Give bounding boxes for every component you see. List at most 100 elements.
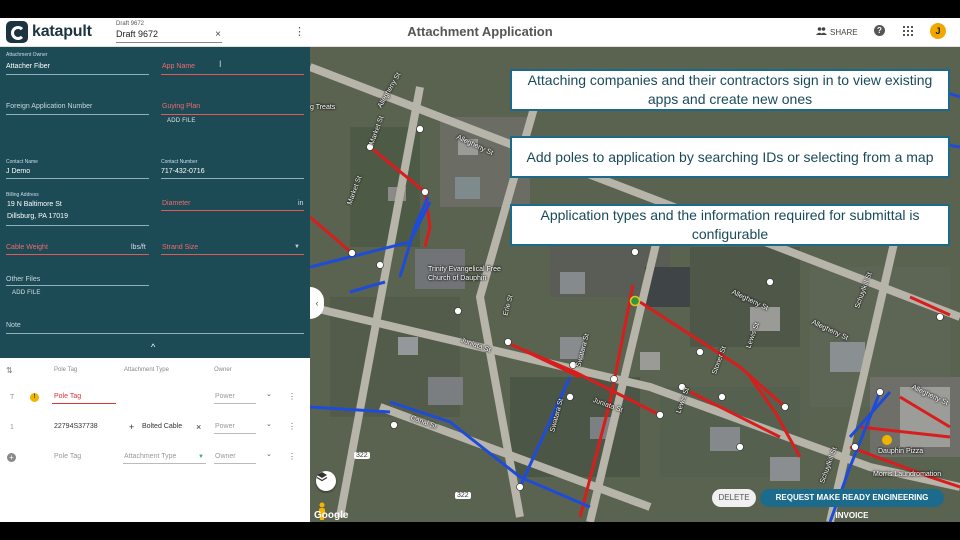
poles-table: ⇅ Pole Tag Attachment Type Owner T ! Pol… xyxy=(0,358,310,522)
diameter-input[interactable]: Diameter xyxy=(162,200,190,207)
contact-number-value[interactable]: 717-432-0716 xyxy=(161,168,205,175)
billing-address-line2[interactable]: Dillsburg, PA 17019 xyxy=(7,213,68,220)
row-index: 1 xyxy=(10,424,14,431)
pizza-label: Dauphin Pizza xyxy=(878,448,924,455)
guying-plan-underline xyxy=(161,114,304,115)
cable-weight-underline xyxy=(6,254,149,255)
note-input[interactable]: Note xyxy=(6,322,21,329)
draft-name-field[interactable]: Draft 9672 × xyxy=(116,29,222,43)
letterbox-bottom xyxy=(0,522,960,540)
pole-tag-input[interactable]: Pole Tag xyxy=(54,393,81,400)
contact-name-label: Contact Name xyxy=(6,159,38,165)
delete-button[interactable]: DELETE xyxy=(712,489,756,507)
page-title: Attachment Application xyxy=(407,24,553,39)
attachment-owner-label: Attachment Owner xyxy=(6,52,48,58)
text-cursor-icon: I xyxy=(219,59,222,69)
route-shield: 322 xyxy=(455,492,471,499)
clear-icon[interactable]: × xyxy=(215,29,221,40)
owner-underline xyxy=(214,433,256,434)
katapult-logo[interactable]: katapult xyxy=(6,21,92,43)
layers-icon xyxy=(316,472,328,482)
draft-name-value: Draft 9672 xyxy=(116,29,159,39)
billing-address-line1[interactable]: 19 N Baltimore St xyxy=(7,201,62,208)
cable-weight-unit: lbs/ft xyxy=(131,244,146,251)
attachment-type-value[interactable]: Bolted Cable xyxy=(142,423,182,430)
strand-size-underline xyxy=(161,254,304,255)
row-menu-icon[interactable]: ⋮ xyxy=(288,392,296,401)
attachment-type-underline xyxy=(123,463,206,464)
foreign-app-number-underline xyxy=(6,114,149,115)
contact-name-underline xyxy=(6,178,149,179)
pole-tag-underline xyxy=(52,403,116,404)
billing-address-label: Billing Address xyxy=(6,192,39,198)
route-shield: 322 xyxy=(354,452,370,459)
avatar[interactable]: J xyxy=(930,23,946,39)
row-menu-icon[interactable]: ⋮ xyxy=(288,452,296,461)
app-name-underline xyxy=(161,74,304,75)
callout-add-poles: Add poles to application by searching ID… xyxy=(510,136,950,178)
owner-select[interactable]: Power xyxy=(215,423,235,430)
help-icon[interactable]: ? xyxy=(874,25,885,36)
request-make-ready-invoice-button[interactable]: REQUEST MAKE READY ENGINEERING INVOICE xyxy=(760,489,944,520)
pole-tag-value[interactable]: 22794S37738 xyxy=(54,423,98,430)
chevron-down-icon[interactable]: ⌄ xyxy=(266,390,272,398)
pole-tag-header[interactable]: Pole Tag xyxy=(54,367,77,373)
contact-number-label: Contact Number xyxy=(161,159,198,165)
contact-name-value[interactable]: J Demo xyxy=(6,168,30,175)
attachment-type-dropdown-icon[interactable]: ▼ xyxy=(198,454,204,460)
laundromat-label: Morris Laundromation xyxy=(873,471,942,478)
application-form: Attachment Owner Attacher Fiber App Name… xyxy=(0,47,310,358)
diameter-unit: in xyxy=(298,200,304,207)
other-files-add-file-button[interactable]: ADD FILE xyxy=(12,290,41,296)
top-bar: katapult Draft 9672 Draft 9672 × ⋮ Attac… xyxy=(0,18,960,47)
sort-icon[interactable]: ⇅ xyxy=(6,366,13,375)
owner-underline xyxy=(214,403,256,404)
attachment-type-header[interactable]: Attachment Type xyxy=(124,367,169,373)
share-label: SHARE xyxy=(830,27,858,37)
chevron-down-icon[interactable]: ⌄ xyxy=(266,450,272,458)
callout-application-types: Application types and the information re… xyxy=(510,204,950,246)
add-row-icon[interactable]: + xyxy=(7,453,16,462)
share-button[interactable]: SHARE xyxy=(816,27,858,37)
strand-size-dropdown-icon[interactable]: ▼ xyxy=(294,244,300,250)
attachment-owner-value[interactable]: Attacher Fiber xyxy=(6,63,50,70)
guying-plan-add-file-button[interactable]: ADD FILE xyxy=(167,118,196,124)
app-window: katapult Draft 9672 Draft 9672 × ⋮ Attac… xyxy=(0,18,960,522)
more-menu-icon[interactable]: ⋮ xyxy=(294,25,305,39)
google-logo: Google xyxy=(314,510,349,521)
add-attachment-icon[interactable]: + xyxy=(129,422,134,432)
row-index: T xyxy=(10,394,15,401)
cable-weight-input[interactable]: Cable Weight xyxy=(6,244,48,251)
new-owner-select[interactable]: Owner xyxy=(215,453,236,460)
logo-text: katapult xyxy=(32,23,92,40)
letterbox-top xyxy=(0,0,960,18)
satellite-map[interactable]: Allegheny St Market St Allegheny St Mark… xyxy=(310,47,960,522)
collapse-form-icon[interactable]: ^ xyxy=(151,342,155,352)
other-files-field[interactable]: Other Files xyxy=(6,276,40,283)
attachment-owner-underline xyxy=(6,74,149,75)
chevron-down-icon[interactable]: ⌄ xyxy=(266,420,272,428)
strand-size-select[interactable]: Strand Size xyxy=(162,244,198,251)
draft-label: Draft 9672 xyxy=(116,21,145,27)
people-icon xyxy=(816,27,827,37)
other-files-underline xyxy=(6,285,149,286)
remove-attachment-icon[interactable]: × xyxy=(196,422,201,432)
callout-sign-in: Attaching companies and their contractor… xyxy=(510,69,950,111)
warning-icon: ! xyxy=(30,393,39,402)
foreign-application-number-input[interactable]: Foreign Application Number xyxy=(6,103,92,110)
new-pole-tag-input[interactable]: Pole Tag xyxy=(54,453,81,460)
katapult-logo-icon xyxy=(6,21,28,43)
billing-address-underline xyxy=(6,225,149,226)
owner-underline xyxy=(214,463,256,464)
layers-button[interactable] xyxy=(316,471,336,491)
owner-select[interactable]: Power xyxy=(215,393,235,400)
diameter-underline xyxy=(161,210,304,211)
owner-header[interactable]: Owner xyxy=(214,367,232,373)
apps-grid-icon[interactable] xyxy=(903,26,913,36)
guying-plan-input[interactable]: Guying Plan xyxy=(162,103,200,110)
row-menu-icon[interactable]: ⋮ xyxy=(288,422,296,431)
contact-number-underline xyxy=(161,178,304,179)
new-attachment-type-select[interactable]: Attachment Type xyxy=(124,453,176,460)
note-underline xyxy=(6,333,304,334)
app-name-input[interactable]: App Name xyxy=(162,63,195,70)
